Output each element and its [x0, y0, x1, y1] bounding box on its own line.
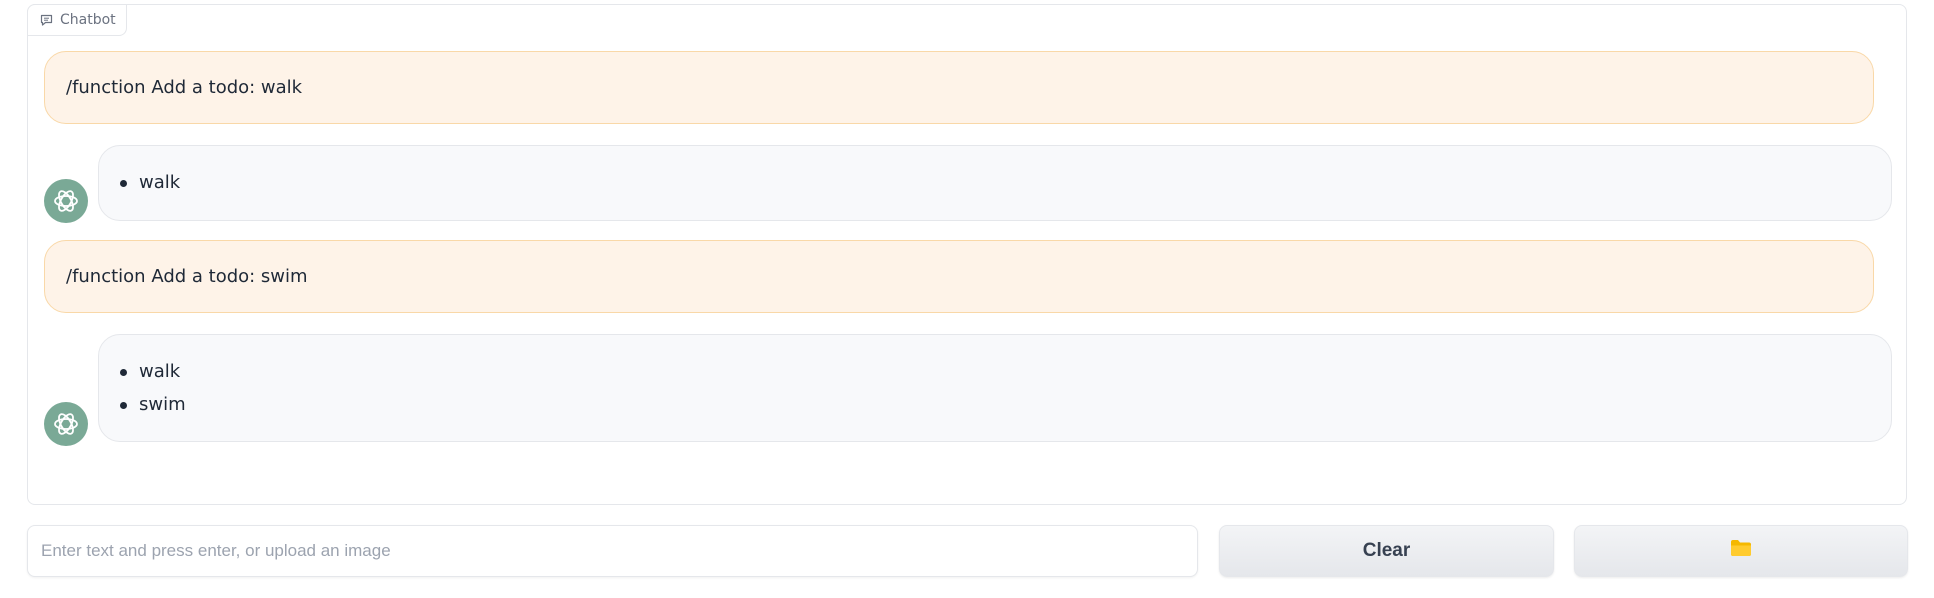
chatbot-label-text: Chatbot — [60, 12, 116, 28]
list-item: swim — [120, 388, 1891, 421]
clear-button-label: Clear — [1362, 540, 1411, 561]
bot-message: walk swim — [98, 334, 1892, 442]
openai-logo-icon — [44, 179, 88, 223]
message-input[interactable] — [27, 525, 1198, 577]
user-message: /function Add a todo: swim — [44, 240, 1874, 313]
user-message-text: /function Add a todo: walk — [66, 77, 303, 98]
chat-bubble-icon — [40, 14, 53, 26]
todo-list: walk swim — [99, 355, 1891, 421]
clear-button[interactable]: Clear — [1219, 525, 1554, 577]
folder-icon — [1730, 539, 1752, 563]
user-message-text: /function Add a todo: swim — [66, 266, 308, 287]
list-item: walk — [120, 166, 1891, 199]
openai-logo-icon — [44, 402, 88, 446]
chatbot-label: Chatbot — [27, 4, 127, 36]
list-item: walk — [120, 355, 1891, 388]
chatbot-panel: Chatbot /function Add a todo: walk walk … — [27, 4, 1907, 505]
todo-list: walk — [99, 166, 1891, 199]
upload-button[interactable] — [1574, 525, 1908, 577]
user-message: /function Add a todo: walk — [44, 51, 1874, 124]
bot-message: walk — [98, 145, 1892, 221]
